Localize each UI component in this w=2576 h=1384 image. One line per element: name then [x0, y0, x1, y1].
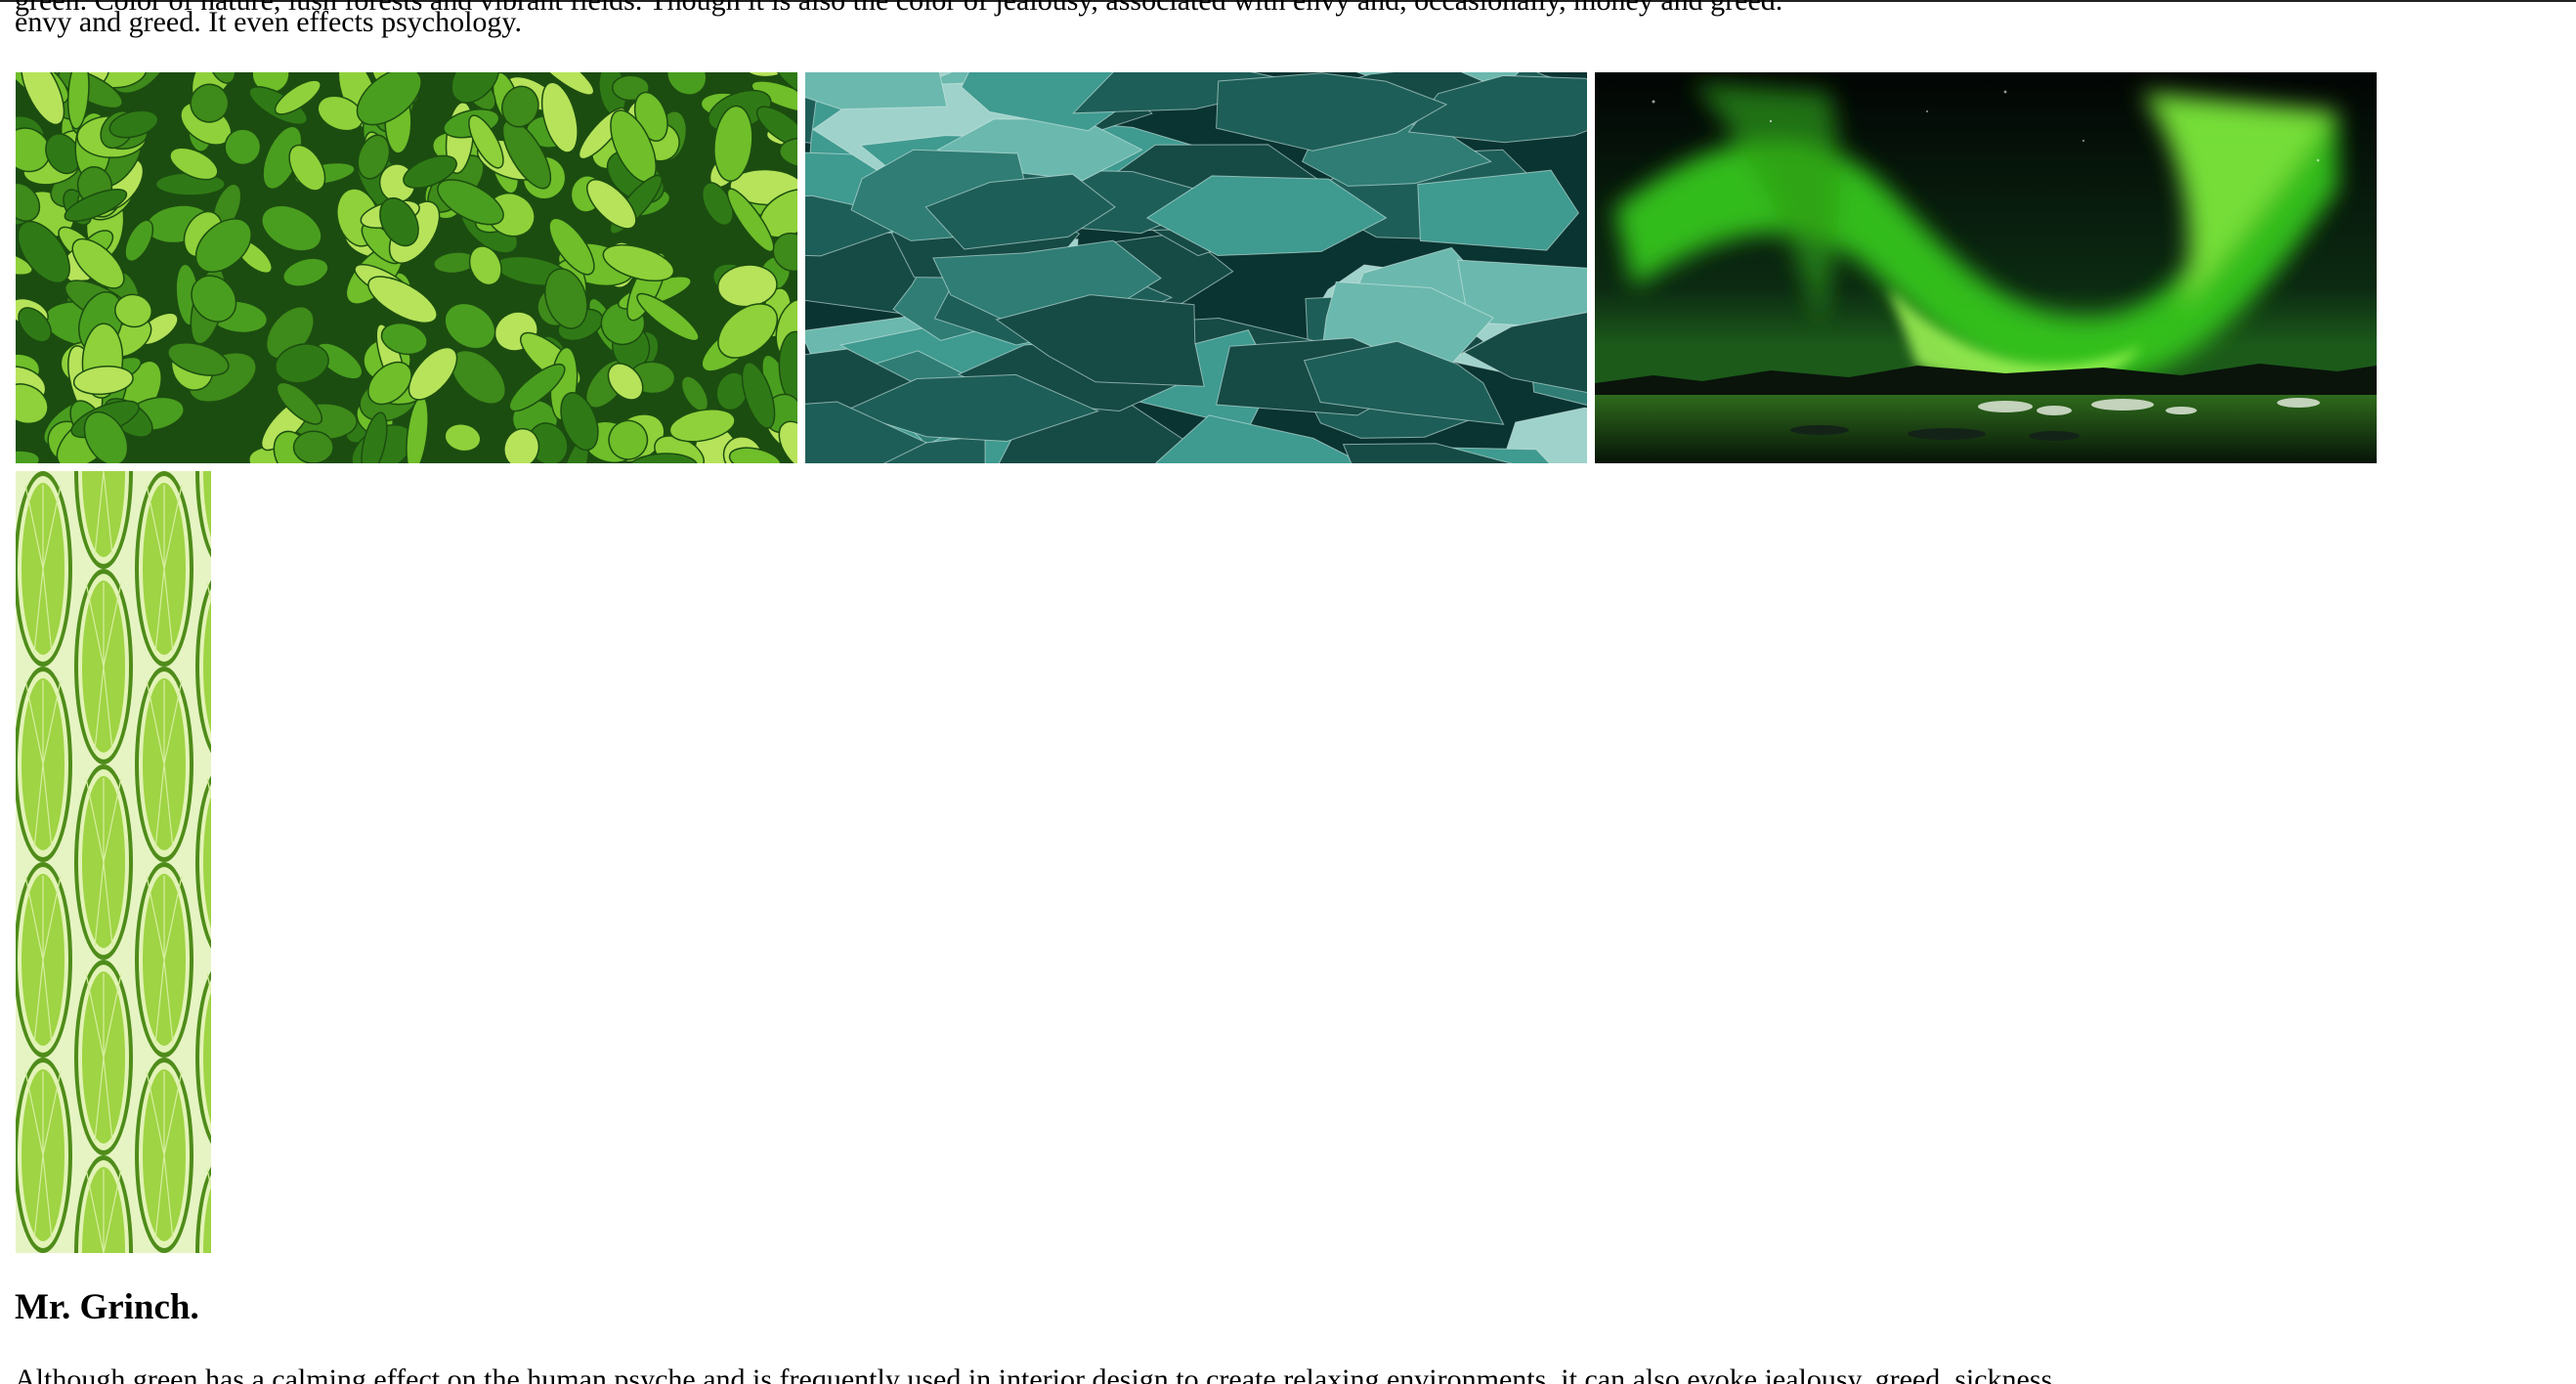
gallery-image-leaves [16, 72, 797, 463]
limes-illustration [16, 471, 211, 1253]
gallery-image-limes [16, 471, 211, 1253]
section-paragraph-clipped-line: Although green has a calming effect on t… [15, 1363, 2060, 1384]
leaves-illustration [16, 72, 797, 463]
glass-rocks-illustration [805, 72, 1587, 463]
gallery-image-glass-rocks [805, 72, 1587, 463]
section-heading: Mr. Grinch. [15, 1287, 199, 1327]
aurora-illustration [1595, 72, 2377, 463]
gallery-image-aurora [1595, 72, 2377, 463]
intro-paragraph-last-line: envy and greed. It even effects psycholo… [15, 6, 522, 38]
